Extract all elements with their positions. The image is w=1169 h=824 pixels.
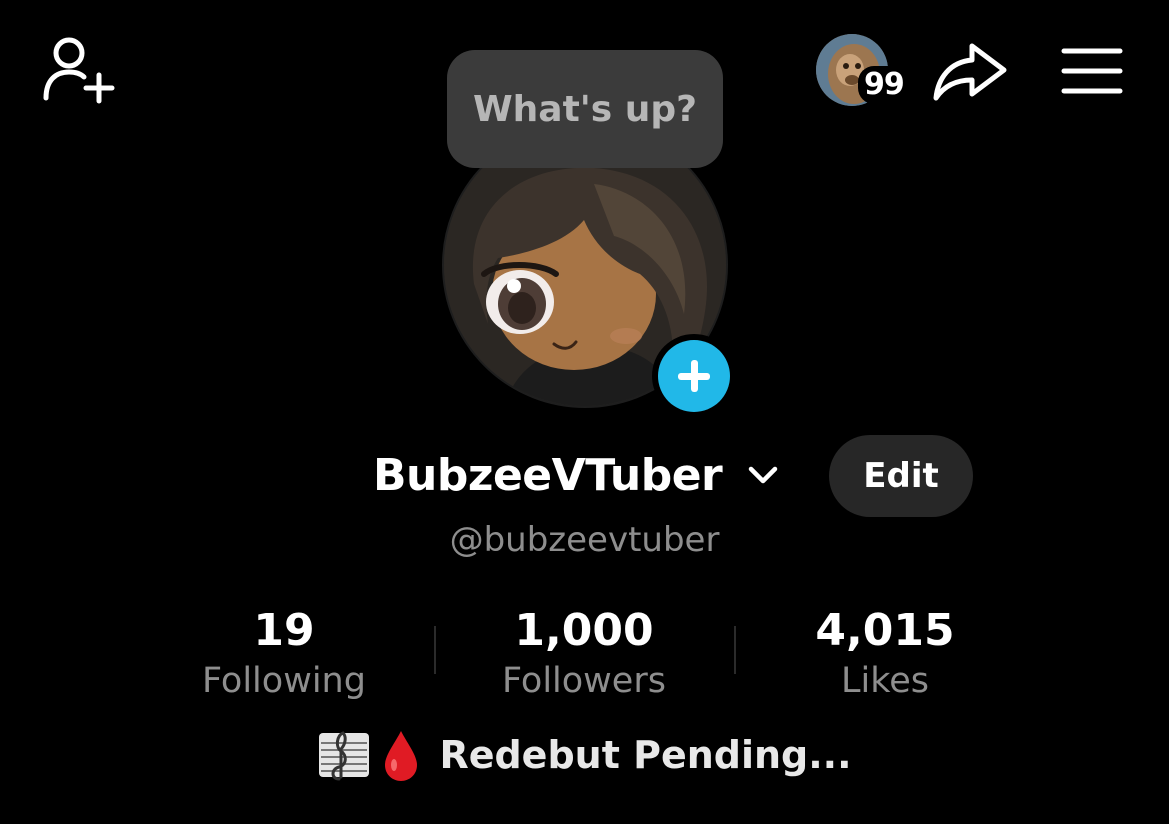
status-note-bubble[interactable]: What's up? <box>447 50 723 168</box>
add-friend-button[interactable] <box>40 36 116 104</box>
edit-profile-button[interactable]: Edit <box>829 435 973 517</box>
following-count: 19 <box>253 605 315 656</box>
add-story-button[interactable] <box>652 334 736 418</box>
hamburger-menu-icon <box>1061 48 1123 94</box>
menu-button[interactable] <box>1060 46 1124 96</box>
following-stat[interactable]: 19 Following <box>134 604 434 704</box>
music-score-icon <box>319 731 370 781</box>
bio-text: Redebut Pending... <box>439 733 852 777</box>
share-arrow-icon <box>933 43 1007 101</box>
bio: Redebut Pending... <box>0 727 1169 783</box>
plus-icon <box>658 340 730 412</box>
blood-drop-icon <box>385 731 418 781</box>
username-text: @bubzeevtuber <box>449 520 720 560</box>
status-note-text: What's up? <box>472 88 698 130</box>
notification-count-badge: 99 <box>858 66 910 104</box>
edit-button-label: Edit <box>863 456 939 496</box>
likes-count: 4,015 <box>815 605 955 656</box>
followers-stat[interactable]: 1,000 Followers <box>434 604 734 704</box>
likes-stat[interactable]: 4,015 Likes <box>735 604 1035 704</box>
username-handle: @bubzeevtuber <box>0 516 1169 564</box>
chevron-down-icon <box>748 466 778 484</box>
followers-label: Followers <box>502 661 666 701</box>
followers-count: 1,000 <box>514 605 654 656</box>
person-plus-icon <box>43 37 115 104</box>
account-switch-chevron[interactable] <box>745 461 781 491</box>
likes-label: Likes <box>840 661 929 701</box>
following-label: Following <box>202 661 366 701</box>
display-name[interactable]: BubzeeVTuber <box>373 448 723 504</box>
share-button[interactable] <box>932 42 1008 102</box>
